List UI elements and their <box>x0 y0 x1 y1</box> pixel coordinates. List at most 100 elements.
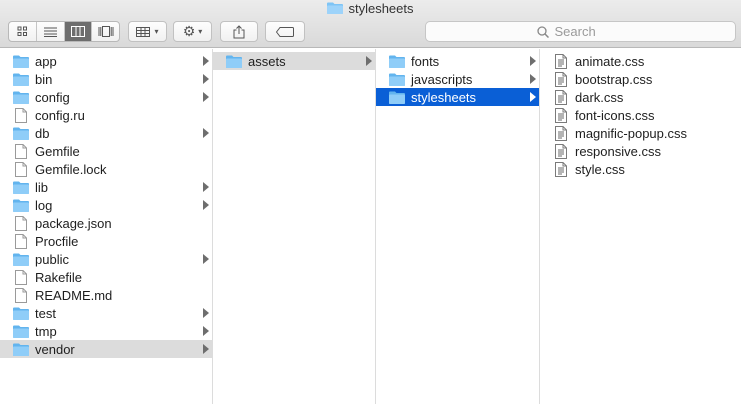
folder-row[interactable]: javascripts <box>376 70 539 88</box>
row-icon <box>13 126 29 140</box>
search-icon <box>536 25 549 38</box>
grid-icon <box>17 26 27 36</box>
folder-row[interactable]: db <box>0 124 212 142</box>
file-row[interactable]: style.css <box>540 160 741 178</box>
folder-icon <box>13 181 29 194</box>
column-stylesheets[interactable]: animate.css bootstrap.css dark.css font-… <box>540 49 741 404</box>
item-label: font-icons.css <box>575 107 655 123</box>
folder-row[interactable]: config <box>0 88 212 106</box>
row-icon <box>13 198 29 212</box>
item-label: Gemfile.lock <box>35 161 107 177</box>
disclosure-arrow-icon <box>203 128 209 138</box>
file-row[interactable]: dark.css <box>540 88 741 106</box>
item-label: config <box>35 89 70 105</box>
row-icon <box>13 72 29 86</box>
folder-row[interactable]: assets <box>213 52 375 70</box>
folder-icon <box>389 55 405 68</box>
list-view-button[interactable] <box>37 22 65 41</box>
disclosure-arrow-icon <box>530 92 536 102</box>
coverflow-view-button[interactable] <box>92 22 119 41</box>
disclosure-arrow-icon <box>203 182 209 192</box>
row-icon <box>13 90 29 104</box>
file-row[interactable]: animate.css <box>540 52 741 70</box>
folder-icon <box>13 343 29 356</box>
folder-row[interactable]: log <box>0 196 212 214</box>
row-icon <box>389 54 405 68</box>
folder-row[interactable]: app <box>0 52 212 70</box>
file-row[interactable]: responsive.css <box>540 142 741 160</box>
item-label: db <box>35 125 50 141</box>
folder-icon <box>13 307 29 320</box>
item-label: lib <box>35 179 49 195</box>
file-row[interactable]: Rakefile <box>0 268 212 286</box>
file-row[interactable]: bootstrap.css <box>540 70 741 88</box>
columns-icon <box>70 26 85 37</box>
disclosure-arrow-icon <box>203 344 209 354</box>
folder-row[interactable]: lib <box>0 178 212 196</box>
item-label: dark.css <box>575 89 624 105</box>
window-title-bar: stylesheets <box>0 0 741 16</box>
view-mode-control[interactable] <box>8 21 120 42</box>
document-icon <box>15 107 27 123</box>
item-label: package.json <box>35 215 112 231</box>
window-title: stylesheets <box>348 0 414 16</box>
icon-view-button[interactable] <box>9 22 37 41</box>
item-label: javascripts <box>411 71 473 87</box>
row-icon <box>13 233 29 249</box>
item-label: Rakefile <box>35 269 82 285</box>
row-icon <box>226 54 242 68</box>
folder-icon <box>389 91 405 104</box>
folder-row[interactable]: bin <box>0 70 212 88</box>
row-icon <box>13 143 29 159</box>
css-file-icon <box>555 71 567 87</box>
folder-row[interactable]: tmp <box>0 322 212 340</box>
file-row[interactable]: package.json <box>0 214 212 232</box>
item-label: log <box>35 197 53 213</box>
item-label: assets <box>248 53 286 69</box>
folder-row[interactable]: public <box>0 250 212 268</box>
disclosure-arrow-icon <box>203 56 209 66</box>
column-vendor[interactable]: assets <box>213 49 376 404</box>
tags-button[interactable] <box>265 21 305 42</box>
disclosure-arrow-icon <box>203 308 209 318</box>
folder-row[interactable]: stylesheets <box>376 88 539 106</box>
file-row[interactable]: Gemfile <box>0 142 212 160</box>
folder-icon <box>13 199 29 212</box>
folder-icon <box>13 55 29 68</box>
row-icon <box>553 107 569 123</box>
document-icon <box>15 287 27 303</box>
item-label: magnific-popup.css <box>575 125 687 141</box>
column-root[interactable]: app bin config config.ru db Gemfile Gemf… <box>0 49 213 404</box>
file-row[interactable]: Procfile <box>0 232 212 250</box>
item-label: stylesheets <box>411 89 477 105</box>
row-icon <box>13 306 29 320</box>
file-row[interactable]: Gemfile.lock <box>0 160 212 178</box>
search-input[interactable] <box>554 24 625 39</box>
file-row[interactable]: font-icons.css <box>540 106 741 124</box>
folder-row[interactable]: vendor <box>0 340 212 358</box>
coverflow-icon <box>98 26 114 37</box>
disclosure-arrow-icon <box>203 326 209 336</box>
row-icon <box>13 269 29 285</box>
disclosure-arrow-icon <box>203 200 209 210</box>
item-label: animate.css <box>575 53 645 69</box>
disclosure-arrow-icon <box>203 74 209 84</box>
tag-icon <box>276 26 294 37</box>
item-label: vendor <box>35 341 75 357</box>
row-icon <box>553 89 569 105</box>
column-view-button[interactable] <box>64 22 93 41</box>
file-row[interactable]: config.ru <box>0 106 212 124</box>
group-by-button[interactable]: ▾ <box>128 21 167 42</box>
search-field[interactable] <box>425 21 736 42</box>
chevron-down-icon: ▾ <box>154 27 159 36</box>
share-button[interactable] <box>220 21 258 42</box>
folder-icon <box>13 73 29 86</box>
folder-row[interactable]: test <box>0 304 212 322</box>
row-icon <box>13 287 29 303</box>
folder-row[interactable]: fonts <box>376 52 539 70</box>
column-assets[interactable]: fonts javascripts stylesheets <box>376 49 540 404</box>
file-row[interactable]: README.md <box>0 286 212 304</box>
action-button[interactable]: ⚙ ▾ <box>173 21 212 42</box>
file-row[interactable]: magnific-popup.css <box>540 124 741 142</box>
document-icon <box>15 215 27 231</box>
